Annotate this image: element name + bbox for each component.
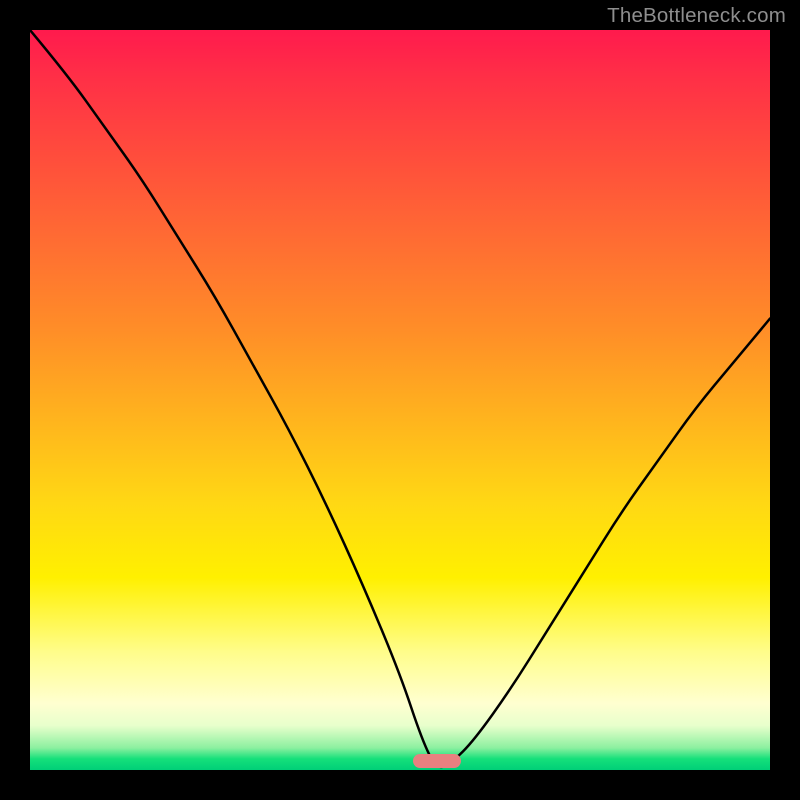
plot-area (30, 30, 770, 770)
chart-frame: TheBottleneck.com (0, 0, 800, 800)
watermark-text: TheBottleneck.com (607, 4, 786, 28)
optimal-marker (413, 754, 461, 768)
bottleneck-curve (30, 30, 770, 770)
